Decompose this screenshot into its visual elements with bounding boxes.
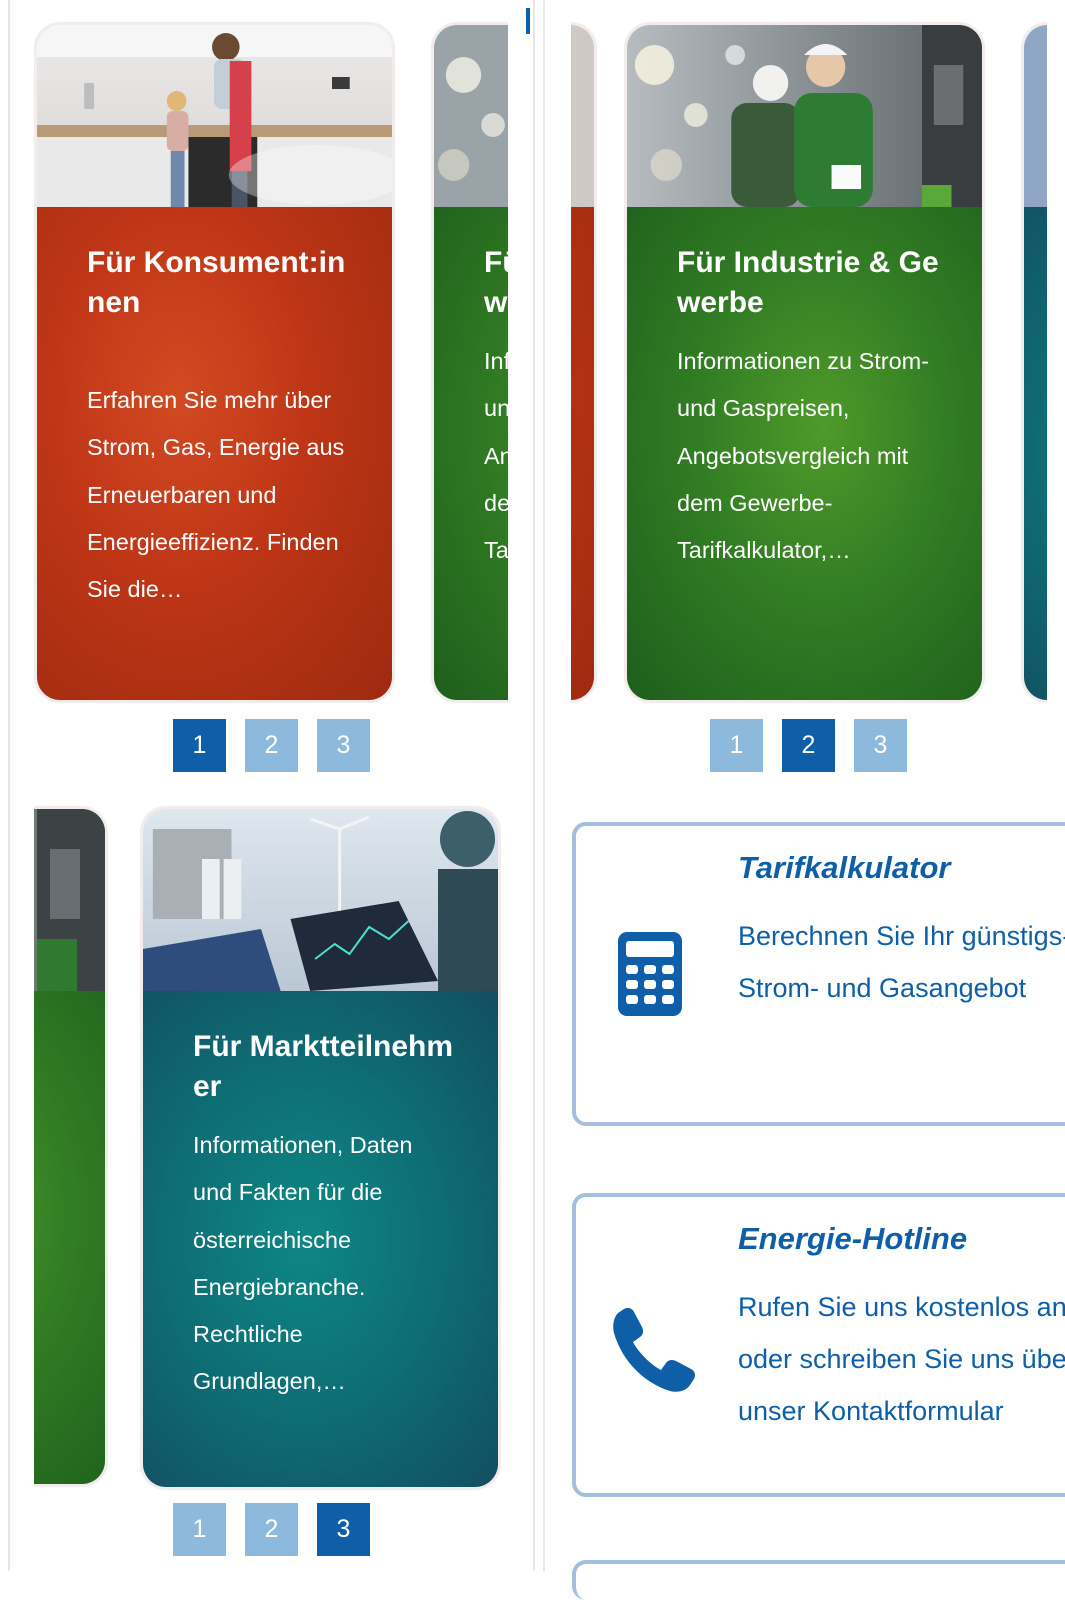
column-divider (543, 0, 545, 1571)
carousel-pagination: 1 2 3 (173, 719, 370, 772)
column-divider (533, 0, 535, 1571)
energy-market-photo (143, 809, 498, 991)
card-description: Informationen, Daten und Fakten für die … (193, 1132, 413, 1395)
card-description: Erfahren Sie mehr über Strom, Gas, Energ… (87, 387, 345, 603)
next-card-peek[interactable]: Für Industrie & Gewerbe Informationen zu… (431, 22, 508, 703)
service-title: Energie-Hotline (738, 1221, 968, 1256)
card-consumers[interactable]: Für Konsument:innen Erfahren Sie mehr üb… (34, 22, 395, 703)
prev-card-peek[interactable] (571, 22, 597, 703)
card-title: Für Industrie & Gewerbe (484, 246, 508, 319)
page-button-1[interactable]: 1 (710, 719, 763, 772)
carousel-pagination: 1 2 3 (173, 1503, 370, 1556)
service-description: Rufen Sie uns kostenlos an oder schreibe… (738, 1292, 1065, 1426)
page-button-3[interactable]: 3 (317, 1503, 370, 1556)
next-card-peek[interactable] (1021, 22, 1047, 703)
service-box-energie-hotline[interactable]: Energie-Hotline Rufen Sie uns kostenlos … (572, 1193, 1065, 1497)
prev-card-peek[interactable] (34, 806, 108, 1490)
card-market-participants[interactable]: Für Marktteilnehmer Informationen, Daten… (140, 806, 501, 1490)
industry-workers-photo (434, 25, 508, 207)
left-divider (8, 0, 10, 1571)
calculator-icon (618, 932, 682, 1016)
carousel-pagination: 1 2 3 (710, 719, 907, 772)
kitchen-photo (37, 25, 392, 207)
page-button-3[interactable]: 3 (854, 719, 907, 772)
phone-icon (613, 1308, 695, 1392)
industry-workers-photo (627, 25, 982, 207)
page-button-2[interactable]: 2 (782, 719, 835, 772)
page-button-3[interactable]: 3 (317, 719, 370, 772)
service-description: Berechnen Sie Ihr günstigs-tes Strom- un… (738, 921, 1065, 1003)
card-title: Für Marktteilnehmer (193, 1030, 454, 1103)
card-industry[interactable]: Für Industrie & Gewerbe Informationen zu… (624, 22, 985, 703)
service-title: Tarifkalkulator (738, 850, 951, 885)
industry-workers-photo (37, 809, 105, 991)
page-button-1[interactable]: 1 (173, 719, 226, 772)
page-button-2[interactable]: 2 (245, 1503, 298, 1556)
page-button-2[interactable]: 2 (245, 719, 298, 772)
card-title: Für Industrie & Gewerbe (677, 246, 939, 319)
focus-marker (526, 8, 530, 34)
card-description: Informationen zu Strom- und Gaspreisen, … (484, 348, 508, 564)
card-description: Informationen zu Strom- und Gaspreisen, … (677, 348, 930, 564)
card-title: Für Konsument:innen (87, 246, 346, 319)
page-button-1[interactable]: 1 (173, 1503, 226, 1556)
service-box-next[interactable] (572, 1560, 1065, 1600)
service-box-tarifkalkulator[interactable]: Tarifkalkulator Berechnen Sie Ihr günsti… (572, 822, 1065, 1126)
